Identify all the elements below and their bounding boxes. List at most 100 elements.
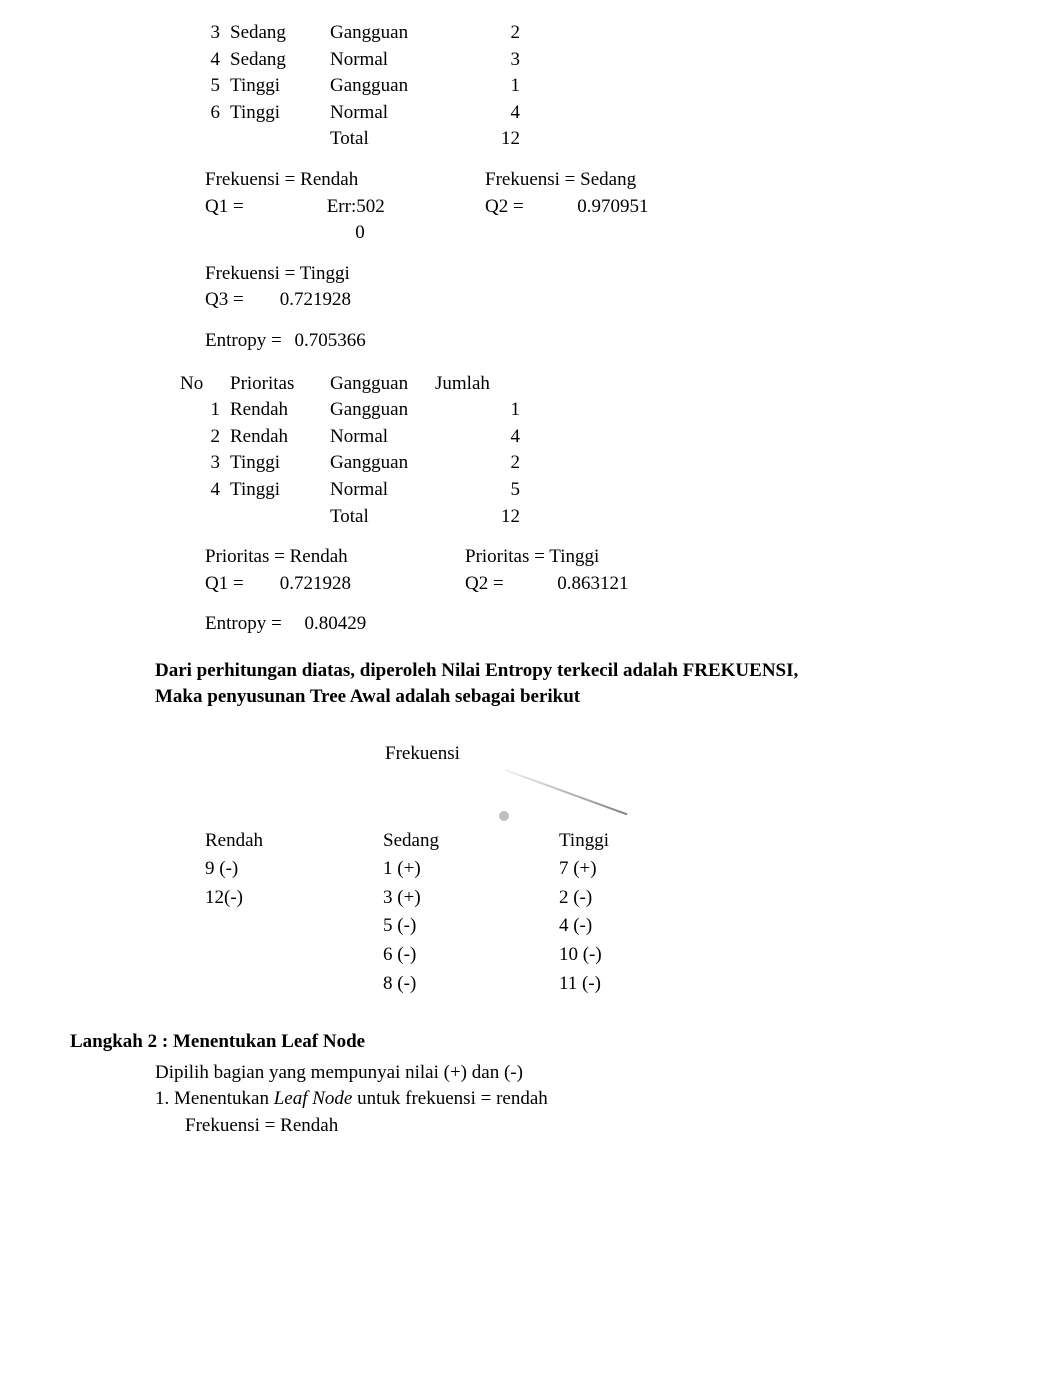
branch-item: 11 (-): [559, 971, 609, 998]
pri-rendah-label: Prioritas = Rendah: [205, 544, 485, 571]
cell-c3: 2: [450, 20, 520, 47]
total-value: 12: [450, 126, 520, 153]
cell-c2: Normal: [330, 47, 450, 74]
cell-c2: Gangguan: [330, 73, 450, 100]
table-row: 1 Rendah Gangguan 1: [180, 397, 992, 424]
frekuensi-calc-block: Frekuensi = Rendah Q1 = Err:502 0 Frekue…: [205, 167, 992, 355]
prioritas-calc-block: Prioritas = Rendah Q1 = 0.721928 Priorit…: [205, 544, 992, 638]
cell-c3: 2: [450, 450, 520, 477]
cell-c1: Tinggi: [230, 73, 330, 100]
step2-line1: Dipilih bagian yang mempunyai nilai (+) …: [155, 1060, 992, 1087]
table-row: 3 Sedang Gangguan 2: [180, 20, 992, 47]
table-row: 5 Tinggi Gangguan 1: [180, 73, 992, 100]
q1-val2: 0: [305, 220, 365, 247]
cell-c3: 4: [450, 100, 520, 127]
header-no: No: [180, 371, 230, 398]
table-frekuensi-partial: 3 Sedang Gangguan 2 4 Sedang Normal 3 5 …: [180, 20, 992, 153]
branch-sedang: Sedang 1 (+) 3 (+) 5 (-) 6 (-) 8 (-): [383, 828, 439, 1000]
cell-no: 5: [180, 73, 230, 100]
header-c2: Gangguan: [330, 371, 435, 398]
freq-rendah-label: Frekuensi = Rendah: [205, 167, 485, 194]
entropy-val2: 0.80429: [304, 613, 366, 634]
branch-item: 4 (-): [559, 913, 609, 940]
total-label: Total: [330, 126, 450, 153]
table-row: 4 Sedang Normal 3: [180, 47, 992, 74]
cell-no: 4: [180, 47, 230, 74]
pri-tinggi-label: Prioritas = Tinggi: [465, 544, 745, 571]
branch-item: 3 (+): [383, 885, 439, 912]
freq-sedang-label: Frekuensi = Sedang: [485, 167, 765, 194]
connector-line-icon: [505, 769, 628, 815]
cell-c3: 1: [450, 73, 520, 100]
pq2-label: Q2 =: [465, 573, 504, 594]
pq1-val: 0.721928: [280, 573, 351, 594]
q2-val: 0.970951: [528, 194, 648, 221]
cell-c1: Tinggi: [230, 477, 330, 504]
branch-name: Rendah: [205, 828, 263, 855]
cell-c2: Gangguan: [330, 20, 450, 47]
table-row: 4 Tinggi Normal 5: [180, 477, 992, 504]
cell-c1: Tinggi: [230, 100, 330, 127]
cell-no: 1: [180, 397, 230, 424]
branch-item: 5 (-): [383, 913, 439, 940]
cell-no: 6: [180, 100, 230, 127]
branch-rendah: Rendah 9 (-) 12(-): [205, 828, 263, 1000]
cell-no: 3: [180, 450, 230, 477]
pq2-val: 0.863121: [508, 571, 628, 598]
cell-c1: Sedang: [230, 47, 330, 74]
cell-c1: Rendah: [230, 397, 330, 424]
header-c3: Jumlah: [435, 371, 505, 398]
cell-c3: 5: [450, 477, 520, 504]
cell-c1: Tinggi: [230, 450, 330, 477]
cell-no: 2: [180, 424, 230, 451]
q1-label: Q1 =: [205, 194, 300, 221]
cell-c3: 4: [450, 424, 520, 451]
branch-item: 2 (-): [559, 885, 609, 912]
cell-c1: Sedang: [230, 20, 330, 47]
table-row: 6 Tinggi Normal 4: [180, 100, 992, 127]
table-total-row: Total 12: [180, 126, 992, 153]
step2-title: Langkah 2 : Menentukan Leaf Node: [70, 1029, 992, 1056]
step2-content: Dipilih bagian yang mempunyai nilai (+) …: [155, 1060, 992, 1140]
cell-c2: Gangguan: [330, 450, 450, 477]
q3-val: 0.721928: [280, 289, 351, 310]
branch-item: 12(-): [205, 885, 263, 912]
tree-diagram: Frekuensi Rendah 9 (-) 12(-) Sedang 1 (+…: [205, 741, 992, 999]
table-prioritas: No Prioritas Gangguan Jumlah 1 Rendah Ga…: [180, 371, 992, 531]
conclusion-text: Dari perhitungan diatas, diperoleh Nilai…: [155, 658, 992, 711]
q3-label: Q3 =: [205, 287, 275, 314]
branch-item: 9 (-): [205, 856, 263, 883]
cell-c2: Normal: [330, 477, 450, 504]
entropy-label2: Entropy =: [205, 613, 282, 634]
pq1-label: Q1 =: [205, 571, 275, 598]
entropy-val: 0.705366: [294, 330, 365, 351]
table-row: 3 Tinggi Gangguan 2: [180, 450, 992, 477]
branch-item: 1 (+): [383, 856, 439, 883]
total-label: Total: [330, 504, 450, 531]
branch-name: Sedang: [383, 828, 439, 855]
q2-label: Q2 =: [485, 196, 524, 217]
branch-item: 6 (-): [383, 942, 439, 969]
cell-c2: Normal: [330, 100, 450, 127]
step2-line3: Frekuensi = Rendah: [185, 1113, 992, 1140]
cell-no: 3: [180, 20, 230, 47]
tree-connector: [505, 769, 635, 819]
connector-dot-icon: [499, 811, 509, 821]
branch-item: 7 (+): [559, 856, 609, 883]
branch-tinggi: Tinggi 7 (+) 2 (-) 4 (-) 10 (-) 11 (-): [559, 828, 609, 1000]
branch-name: Tinggi: [559, 828, 609, 855]
table-header: No Prioritas Gangguan Jumlah: [180, 371, 992, 398]
cell-no: 4: [180, 477, 230, 504]
cell-c3: 3: [450, 47, 520, 74]
cell-c1: Rendah: [230, 424, 330, 451]
table-row: 2 Rendah Normal 4: [180, 424, 992, 451]
freq-tinggi-label: Frekuensi = Tinggi: [205, 261, 992, 288]
total-value: 12: [450, 504, 520, 531]
cell-c2: Gangguan: [330, 397, 450, 424]
tree-root: Frekuensi: [385, 741, 992, 768]
header-c1: Prioritas: [230, 371, 330, 398]
entropy-label: Entropy =: [205, 330, 282, 351]
table-total-row: Total 12: [180, 504, 992, 531]
step2-line2: 1. Menentukan Leaf Node untuk frekuensi …: [155, 1086, 992, 1113]
branch-item: 10 (-): [559, 942, 609, 969]
